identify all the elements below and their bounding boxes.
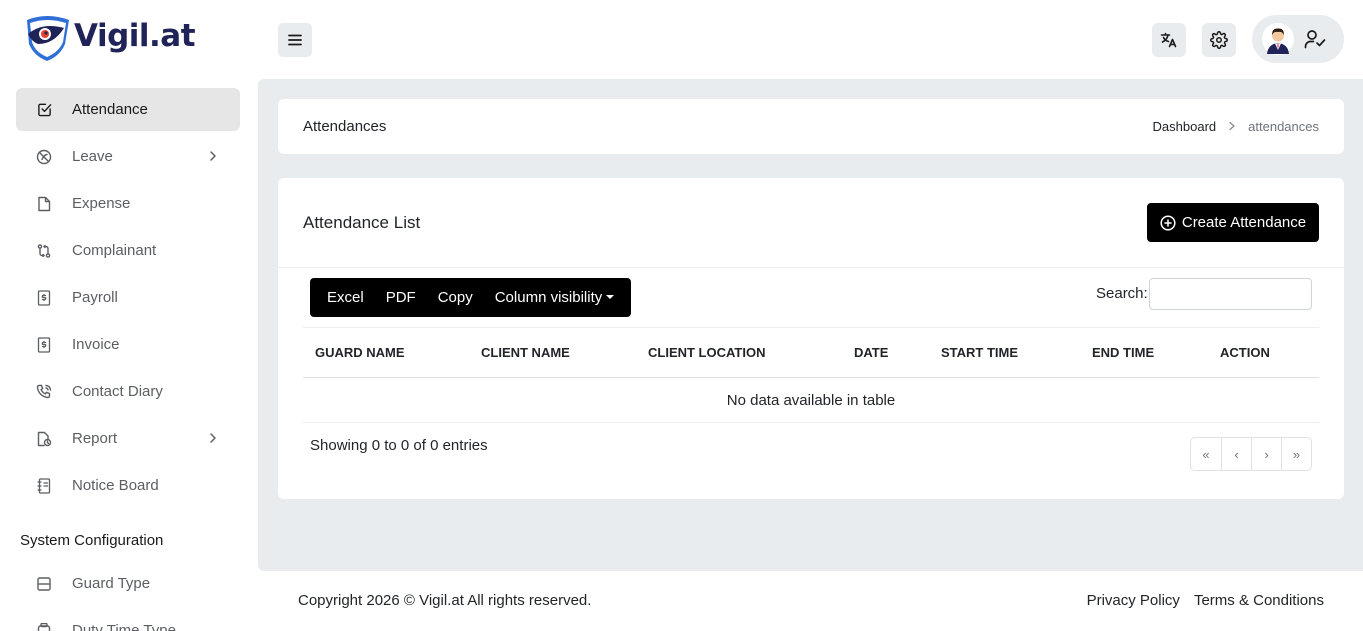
- sidebar-nav: Attendance Leave Expense Complainant Pay…: [16, 88, 240, 511]
- empty-table-message: No data available in table: [303, 377, 1319, 423]
- column-header-guard-name[interactable]: GUARD NAME: [303, 327, 469, 378]
- divider: [278, 267, 1344, 268]
- first-page-button[interactable]: «: [1191, 438, 1221, 470]
- sidebar-item-label: Attendance: [72, 101, 148, 118]
- attendance-list-card: Attendance List Create Attendance Excel …: [278, 178, 1344, 499]
- sidebar-item-label: Report: [72, 430, 118, 447]
- notebook-icon: [36, 477, 52, 494]
- shield-eye-logo-icon: [27, 16, 69, 61]
- table-header-row: GUARD NAME CLIENT NAME CLIENT LOCATION D…: [303, 327, 1319, 378]
- settings-button[interactable]: [1202, 23, 1236, 57]
- breadcrumb-card: Attendances Dashboard attendances: [278, 99, 1344, 154]
- sidebar-section-title: System Configuration: [20, 532, 164, 549]
- sidebar-item-label: Complainant: [72, 242, 157, 259]
- sidebar-item-duty-time-type[interactable]: Duty Time Type: [16, 609, 240, 631]
- attendance-table: GUARD NAME CLIENT NAME CLIENT LOCATION D…: [303, 327, 1319, 423]
- translate-icon: [1160, 32, 1177, 48]
- sidebar-item-label: Expense: [72, 195, 131, 212]
- search-label: Search:: [1096, 285, 1148, 302]
- column-header-action[interactable]: ACTION: [1208, 327, 1319, 378]
- sidebar-item-expense[interactable]: Expense: [16, 182, 240, 225]
- sidebar-item-label: Guard Type: [72, 575, 151, 592]
- breadcrumb-dashboard-link[interactable]: Dashboard: [1153, 119, 1217, 134]
- gear-icon: [1210, 31, 1228, 49]
- privacy-policy-link[interactable]: Privacy Policy: [1087, 592, 1180, 609]
- transfer-icon: [36, 243, 52, 259]
- sidebar: Vigil.at Attendance Leave Expense Compla…: [0, 0, 256, 631]
- chevron-right-icon: [210, 433, 216, 443]
- menu-toggle-button[interactable]: [278, 23, 312, 57]
- create-attendance-button[interactable]: Create Attendance: [1147, 203, 1319, 242]
- previous-page-button[interactable]: ‹: [1221, 438, 1251, 470]
- sidebar-item-label: Invoice: [72, 336, 120, 353]
- sidebar-item-contact-diary[interactable]: Contact Diary: [16, 370, 240, 413]
- user-check-icon: [1304, 30, 1326, 49]
- table-row: No data available in table: [303, 377, 1319, 423]
- clock-icon: [36, 622, 52, 631]
- breadcrumb-current: attendances: [1248, 119, 1319, 134]
- invoice-icon: [36, 336, 52, 353]
- translate-button[interactable]: [1152, 23, 1186, 57]
- brand-logo[interactable]: Vigil.at: [24, 14, 196, 62]
- hamburger-icon: [288, 34, 302, 46]
- column-header-client-name[interactable]: CLIENT NAME: [469, 327, 636, 378]
- column-header-client-location[interactable]: CLIENT LOCATION: [636, 327, 842, 378]
- page-title: Attendances: [303, 118, 387, 135]
- last-page-button[interactable]: »: [1281, 438, 1311, 470]
- export-button-group: Excel PDF Copy Column visibility: [310, 278, 632, 317]
- sidebar-item-attendance[interactable]: Attendance: [16, 88, 240, 131]
- file-icon: [36, 196, 52, 212]
- column-visibility-button[interactable]: Column visibility: [484, 278, 626, 317]
- sidebar-item-complainant[interactable]: Complainant: [16, 229, 240, 272]
- terms-conditions-link[interactable]: Terms & Conditions: [1194, 592, 1324, 609]
- sidebar-item-invoice[interactable]: Invoice: [16, 323, 240, 366]
- sidebar-item-label: Contact Diary: [72, 383, 163, 400]
- sidebar-item-label: Payroll: [72, 289, 118, 306]
- column-header-date[interactable]: DATE: [842, 327, 929, 378]
- report-icon: [36, 431, 52, 447]
- caret-down-icon: [606, 295, 615, 300]
- footer-links: Privacy Policy Terms & Conditions: [1073, 592, 1324, 609]
- chevron-right-icon: [1228, 119, 1236, 134]
- excel-button[interactable]: Excel: [316, 278, 375, 317]
- checkbox-icon: [36, 102, 52, 118]
- sidebar-item-payroll[interactable]: Payroll: [16, 276, 240, 319]
- column-header-start-time[interactable]: START TIME: [929, 327, 1080, 378]
- sidebar-item-label: Notice Board: [72, 477, 159, 494]
- avatar: [1262, 23, 1294, 55]
- sidebar-config-nav: Guard Type Duty Time Type: [16, 562, 240, 631]
- chevron-right-icon: [210, 151, 216, 161]
- sidebar-item-leave[interactable]: Leave: [16, 135, 240, 178]
- copy-button[interactable]: Copy: [427, 278, 484, 317]
- sidebar-item-report[interactable]: Report: [16, 417, 240, 460]
- column-visibility-label: Column visibility: [494, 289, 603, 306]
- payroll-icon: [36, 289, 52, 306]
- search-input[interactable]: [1149, 278, 1312, 310]
- leave-icon: [36, 149, 52, 165]
- create-attendance-label: Create Attendance: [1181, 214, 1307, 231]
- column-header-end-time[interactable]: END TIME: [1080, 327, 1208, 378]
- next-page-button[interactable]: ›: [1251, 438, 1281, 470]
- breadcrumb: Dashboard attendances: [1153, 119, 1319, 134]
- pdf-button[interactable]: PDF: [375, 278, 427, 317]
- sidebar-item-notice-board[interactable]: Notice Board: [16, 464, 240, 507]
- list-title: Attendance List: [303, 213, 421, 232]
- sidebar-item-guard-type[interactable]: Guard Type: [16, 562, 240, 605]
- plus-circle-icon: [1160, 214, 1176, 231]
- pagination: « ‹ › »: [1190, 437, 1312, 471]
- layout-icon: [36, 576, 52, 592]
- phone-icon: [36, 384, 52, 400]
- footer-copyright: Copyright 2026 © Vigil.at All rights res…: [298, 592, 592, 609]
- brand-name: Vigil.at: [74, 18, 196, 54]
- user-menu-button[interactable]: [1252, 15, 1344, 63]
- sidebar-item-label: Duty Time Type: [72, 622, 176, 631]
- table-info: Showing 0 to 0 of 0 entries: [310, 437, 488, 454]
- sidebar-item-label: Leave: [72, 148, 113, 165]
